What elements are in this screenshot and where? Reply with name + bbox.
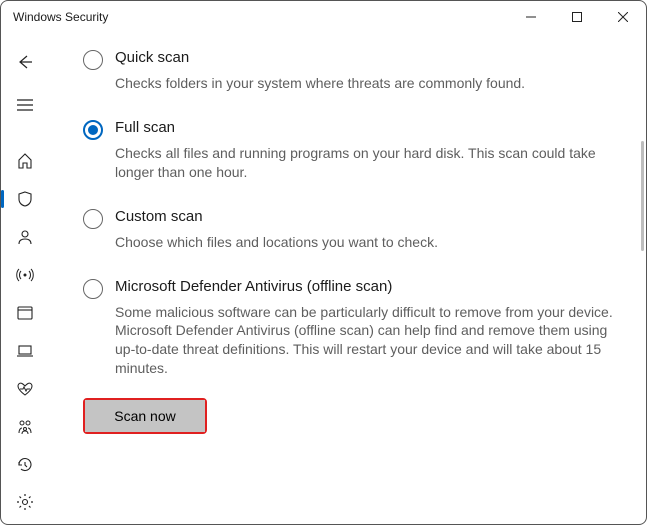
option-description: Checks folders in your system where thre…	[115, 74, 624, 93]
close-button[interactable]	[600, 1, 646, 33]
back-arrow-icon	[16, 53, 34, 71]
home-icon	[16, 152, 34, 170]
shield-icon	[16, 190, 34, 208]
nav-family-options[interactable]	[1, 408, 49, 446]
nav-device-performance[interactable]	[1, 370, 49, 408]
nav-app-browser[interactable]	[1, 294, 49, 332]
option-custom-scan[interactable]: Custom scan Choose which files and locat…	[83, 208, 624, 252]
nav-home[interactable]	[1, 142, 49, 180]
nav-virus-protection[interactable]	[1, 180, 49, 218]
app-window-icon	[16, 304, 34, 322]
option-full-scan[interactable]: Full scan Checks all files and running p…	[83, 119, 624, 182]
heart-pulse-icon	[16, 380, 34, 398]
scan-now-button[interactable]: Scan now	[85, 400, 205, 432]
laptop-icon	[16, 342, 34, 360]
antenna-icon	[16, 266, 34, 284]
option-description: Some malicious software can be particula…	[115, 303, 624, 379]
content-area: Quick scan Checks folders in your system…	[49, 33, 646, 524]
gear-icon	[16, 493, 34, 511]
minimize-button[interactable]	[508, 1, 554, 33]
history-icon	[16, 456, 34, 474]
radio-offline-scan[interactable]	[83, 279, 103, 299]
hamburger-button[interactable]	[5, 87, 45, 125]
option-description: Checks all files and running programs on…	[115, 144, 624, 182]
window-frame: Windows Security	[0, 0, 647, 525]
option-title: Full scan	[115, 119, 624, 136]
maximize-button[interactable]	[554, 1, 600, 33]
titlebar: Windows Security	[1, 1, 646, 33]
nav-account-protection[interactable]	[1, 218, 49, 256]
window-title: Windows Security	[13, 10, 108, 24]
radio-full-scan[interactable]	[83, 120, 103, 140]
hamburger-icon	[17, 99, 33, 111]
nav-device-security[interactable]	[1, 332, 49, 370]
scan-now-highlight: Scan now	[83, 398, 207, 434]
radio-custom-scan[interactable]	[83, 209, 103, 229]
scrollbar-thumb[interactable]	[641, 141, 644, 251]
option-title: Quick scan	[115, 49, 624, 66]
option-description: Choose which files and locations you wan…	[115, 233, 624, 252]
back-button[interactable]	[5, 43, 45, 81]
radio-quick-scan[interactable]	[83, 50, 103, 70]
person-icon	[16, 228, 34, 246]
option-title: Custom scan	[115, 208, 624, 225]
maximize-icon	[572, 12, 582, 22]
option-quick-scan[interactable]: Quick scan Checks folders in your system…	[83, 49, 624, 93]
option-offline-scan[interactable]: Microsoft Defender Antivirus (offline sc…	[83, 278, 624, 379]
close-icon	[618, 12, 628, 22]
option-title: Microsoft Defender Antivirus (offline sc…	[115, 278, 624, 295]
minimize-icon	[526, 12, 536, 22]
family-icon	[16, 418, 34, 436]
sidebar	[1, 33, 49, 524]
nav-protection-history[interactable]	[1, 446, 49, 484]
nav-settings[interactable]	[1, 484, 49, 520]
nav-firewall[interactable]	[1, 256, 49, 294]
